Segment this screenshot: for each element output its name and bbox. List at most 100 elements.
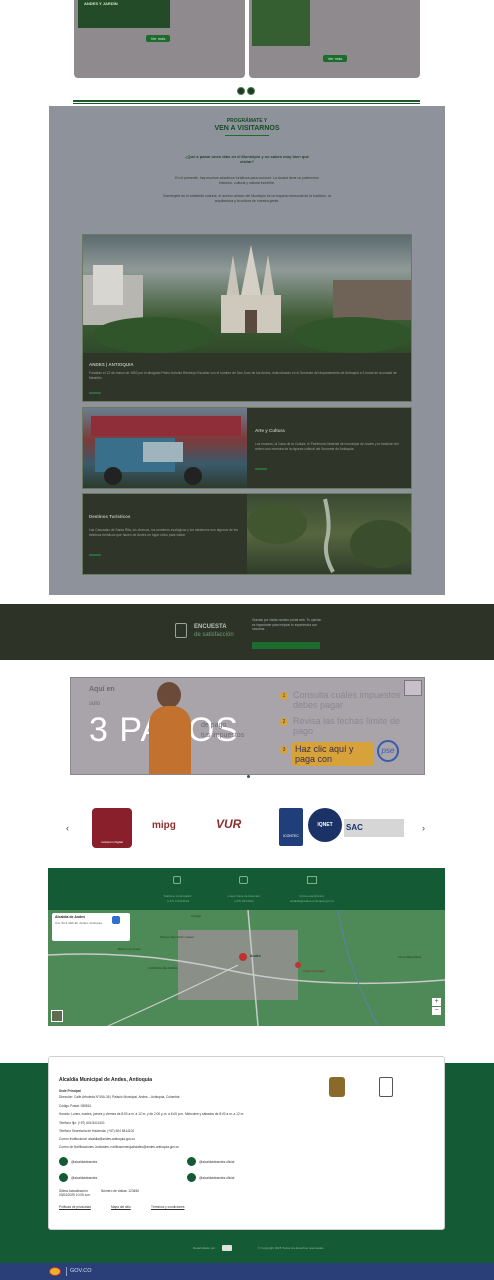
- map-label: Andes Antioquia: [303, 969, 325, 973]
- title-underline: [225, 135, 269, 136]
- visit-question: ¿Qué a pasar unos días en el Municipio y…: [185, 154, 309, 164]
- terms-link[interactable]: Términos y condiciones: [151, 1205, 184, 1209]
- banner-dot[interactable]: [247, 775, 250, 778]
- map-layers-button[interactable]: [51, 1010, 63, 1022]
- banner-aqui: Aquí en: [89, 686, 115, 693]
- destination-title: Destinos Turísticos: [89, 514, 131, 519]
- map-label: Colegio: [191, 914, 202, 918]
- footer-postal: Código Postal: 055810: [59, 1104, 92, 1108]
- visit-eyebrow: PROGRÁMATE Y: [226, 118, 268, 124]
- footer-email[interactable]: Correo Institucional: alcaldia@andes-ant…: [59, 1137, 135, 1141]
- pay-button[interactable]: Haz clic aquí y paga con: [292, 742, 374, 766]
- place-title: Alcaldía de Andes: [55, 915, 86, 919]
- govco-bar: GOV.CO: [0, 1263, 494, 1280]
- banner-woman-photo: [143, 680, 195, 774]
- logo-icontec[interactable]: ICONTEC: [279, 808, 303, 846]
- news-card-left: ANDES Y JARDÍN Ver más: [74, 0, 245, 78]
- visit-count: Número de visitas: 123456: [101, 1189, 139, 1193]
- youtube-icon[interactable]: [187, 1173, 196, 1182]
- destination-text: Las Cascadas de Santa Rita, los charcos,…: [89, 528, 238, 537]
- privacy-link[interactable]: Políticas de privacidad: [59, 1205, 91, 1209]
- destination-text: Fundado el 13 de marzo de 1852 por el ab…: [89, 371, 397, 380]
- headset-icon: [173, 876, 181, 884]
- phone-value[interactable]: (+57) 4 8414101: [151, 899, 205, 903]
- step-two-text: Revisa las fechas límite de pago: [293, 716, 401, 736]
- divider: [73, 100, 420, 102]
- tax-payment-banner[interactable]: Aquí en solo 3 PASOS de pago tus impuest…: [70, 677, 425, 775]
- see-more-button[interactable]: Ver más: [323, 55, 347, 62]
- destination-card[interactable]: Arte y Cultura Los museos, la Casa de la…: [82, 407, 412, 489]
- destination-card[interactable]: ANDES | ANTIOQUIA Fundado el 13 de marzo…: [82, 234, 412, 402]
- survey-section: ENCUESTA de satisfacción Gracias por vis…: [0, 604, 494, 660]
- footer-sede: Sede Principal: [59, 1089, 81, 1093]
- destination-link[interactable]: [255, 468, 267, 470]
- map-label: Finca Maravillosa: [398, 955, 422, 959]
- directions-icon[interactable]: [112, 916, 120, 924]
- logo-iqnet[interactable]: IQNET: [308, 808, 342, 842]
- sitemap-link[interactable]: Mapa del sitio: [111, 1205, 131, 1209]
- cathedral-illustration: [83, 245, 411, 353]
- footer-title: Alcaldía Municipal de Andes, Antioquia: [59, 1077, 152, 1083]
- footer-secretary: Teléfono Secretaría de Hacienda: (+57) 6…: [59, 1129, 135, 1133]
- developer-logo[interactable]: [222, 1245, 232, 1251]
- twitter-icon[interactable]: [59, 1173, 68, 1182]
- destination-photo: [83, 408, 247, 488]
- govco-logo-icon[interactable]: [49, 1267, 61, 1276]
- social-instagram[interactable]: @alcaldiadeandes.oficial: [199, 1160, 234, 1164]
- zoom-in-button[interactable]: +: [432, 998, 441, 1006]
- social-youtube[interactable]: @alcaldiadeandes.oficial: [199, 1176, 234, 1180]
- survey-text: Gracias por visitar nuestro portal web. …: [252, 618, 322, 631]
- instagram-icon[interactable]: [187, 1157, 196, 1166]
- divider: [73, 103, 420, 104]
- location-map[interactable]: Alcaldía de Andes Cra. 50 # 49A-36, Ande…: [48, 910, 445, 1026]
- municipal-seal-icon: [379, 1077, 393, 1097]
- coat-of-arms-icon: [329, 1077, 345, 1097]
- banner-tus-impuestos: tus impuestos: [201, 732, 245, 739]
- destination-photo: [83, 235, 411, 353]
- clipboard-icon: [175, 623, 187, 638]
- last-update: Última Actualización: 03/04/2025 10:05 a…: [59, 1189, 91, 1197]
- footer-card: Alcaldía Municipal de Andes, Antioquia S…: [48, 1056, 445, 1230]
- mail-icon: [307, 876, 317, 884]
- line-value[interactable]: (+57) 8414101: [216, 899, 272, 903]
- social-facebook[interactable]: @alcaldiadeandes: [71, 1160, 97, 1164]
- destination-link[interactable]: [89, 554, 101, 556]
- banner-de-pago: de pago: [201, 722, 227, 729]
- step-two-number: 2: [280, 718, 288, 726]
- destination-link[interactable]: [89, 392, 101, 394]
- social-twitter[interactable]: @alcaldiadeandes: [71, 1176, 97, 1180]
- logo-mipg[interactable]: mipg: [152, 820, 176, 831]
- chat-icon: [239, 876, 248, 884]
- chevron-left-icon[interactable]: ‹: [66, 823, 69, 833]
- map-label: CAMICOL DE ANDES: [148, 966, 178, 970]
- pse-logo: pse: [377, 740, 399, 762]
- place-card[interactable]: Alcaldía de Andes Cra. 50 # 49A-36, Ande…: [52, 913, 130, 941]
- line-label: Línea Única de Atención:: [227, 894, 261, 898]
- map-label: Barrio Los Andes: [118, 947, 141, 951]
- copyright: © Copyright 2025 Todos los derechos rese…: [258, 1246, 324, 1250]
- footer-address: Dirección: Calle Arboleda N°49A-36 | Pal…: [59, 1095, 180, 1099]
- chevron-right-icon[interactable]: ›: [422, 823, 425, 833]
- logo-sac[interactable]: SAC: [344, 819, 404, 837]
- zoom-out-button[interactable]: −: [432, 1007, 441, 1015]
- phone-label: Teléfono conmutador:: [163, 894, 193, 898]
- see-more-button[interactable]: Ver más: [146, 35, 170, 42]
- visit-paragraph: Sumérgete en el ambiente cultural, el ac…: [163, 194, 331, 203]
- logo-vur[interactable]: VUR: [216, 817, 241, 831]
- govco-text[interactable]: GOV.CO: [70, 1268, 92, 1274]
- carousel-dot[interactable]: [237, 87, 245, 95]
- map-label: Parque San Pedro Claver: [160, 935, 195, 939]
- carousel-dot[interactable]: [247, 87, 255, 95]
- visit-section: PROGRÁMATE Y VEN A VISITARNOS ¿Qué a pas…: [49, 106, 445, 595]
- survey-button[interactable]: [252, 642, 320, 649]
- news-card-image[interactable]: ANDES Y JARDÍN: [78, 0, 170, 28]
- destination-card[interactable]: Destinos Turísticos Las Cascadas de Sant…: [82, 493, 412, 575]
- news-card-image[interactable]: [252, 0, 310, 46]
- email-value[interactable]: alcaldia@andes-antioquia.gov.co: [274, 899, 350, 903]
- destination-title: Arte y Cultura: [255, 428, 285, 433]
- survey-title: ENCUESTA: [194, 624, 227, 630]
- footer-notifications[interactable]: Correo de Notificaciones Judiciales: not…: [59, 1145, 179, 1149]
- logo-gobierno-digital[interactable]: Gobierno Digital: [92, 808, 132, 848]
- facebook-icon[interactable]: [59, 1157, 68, 1166]
- partner-logos: ‹ Gobierno Digital mipg VUR ICONTEC IQNE…: [60, 805, 436, 851]
